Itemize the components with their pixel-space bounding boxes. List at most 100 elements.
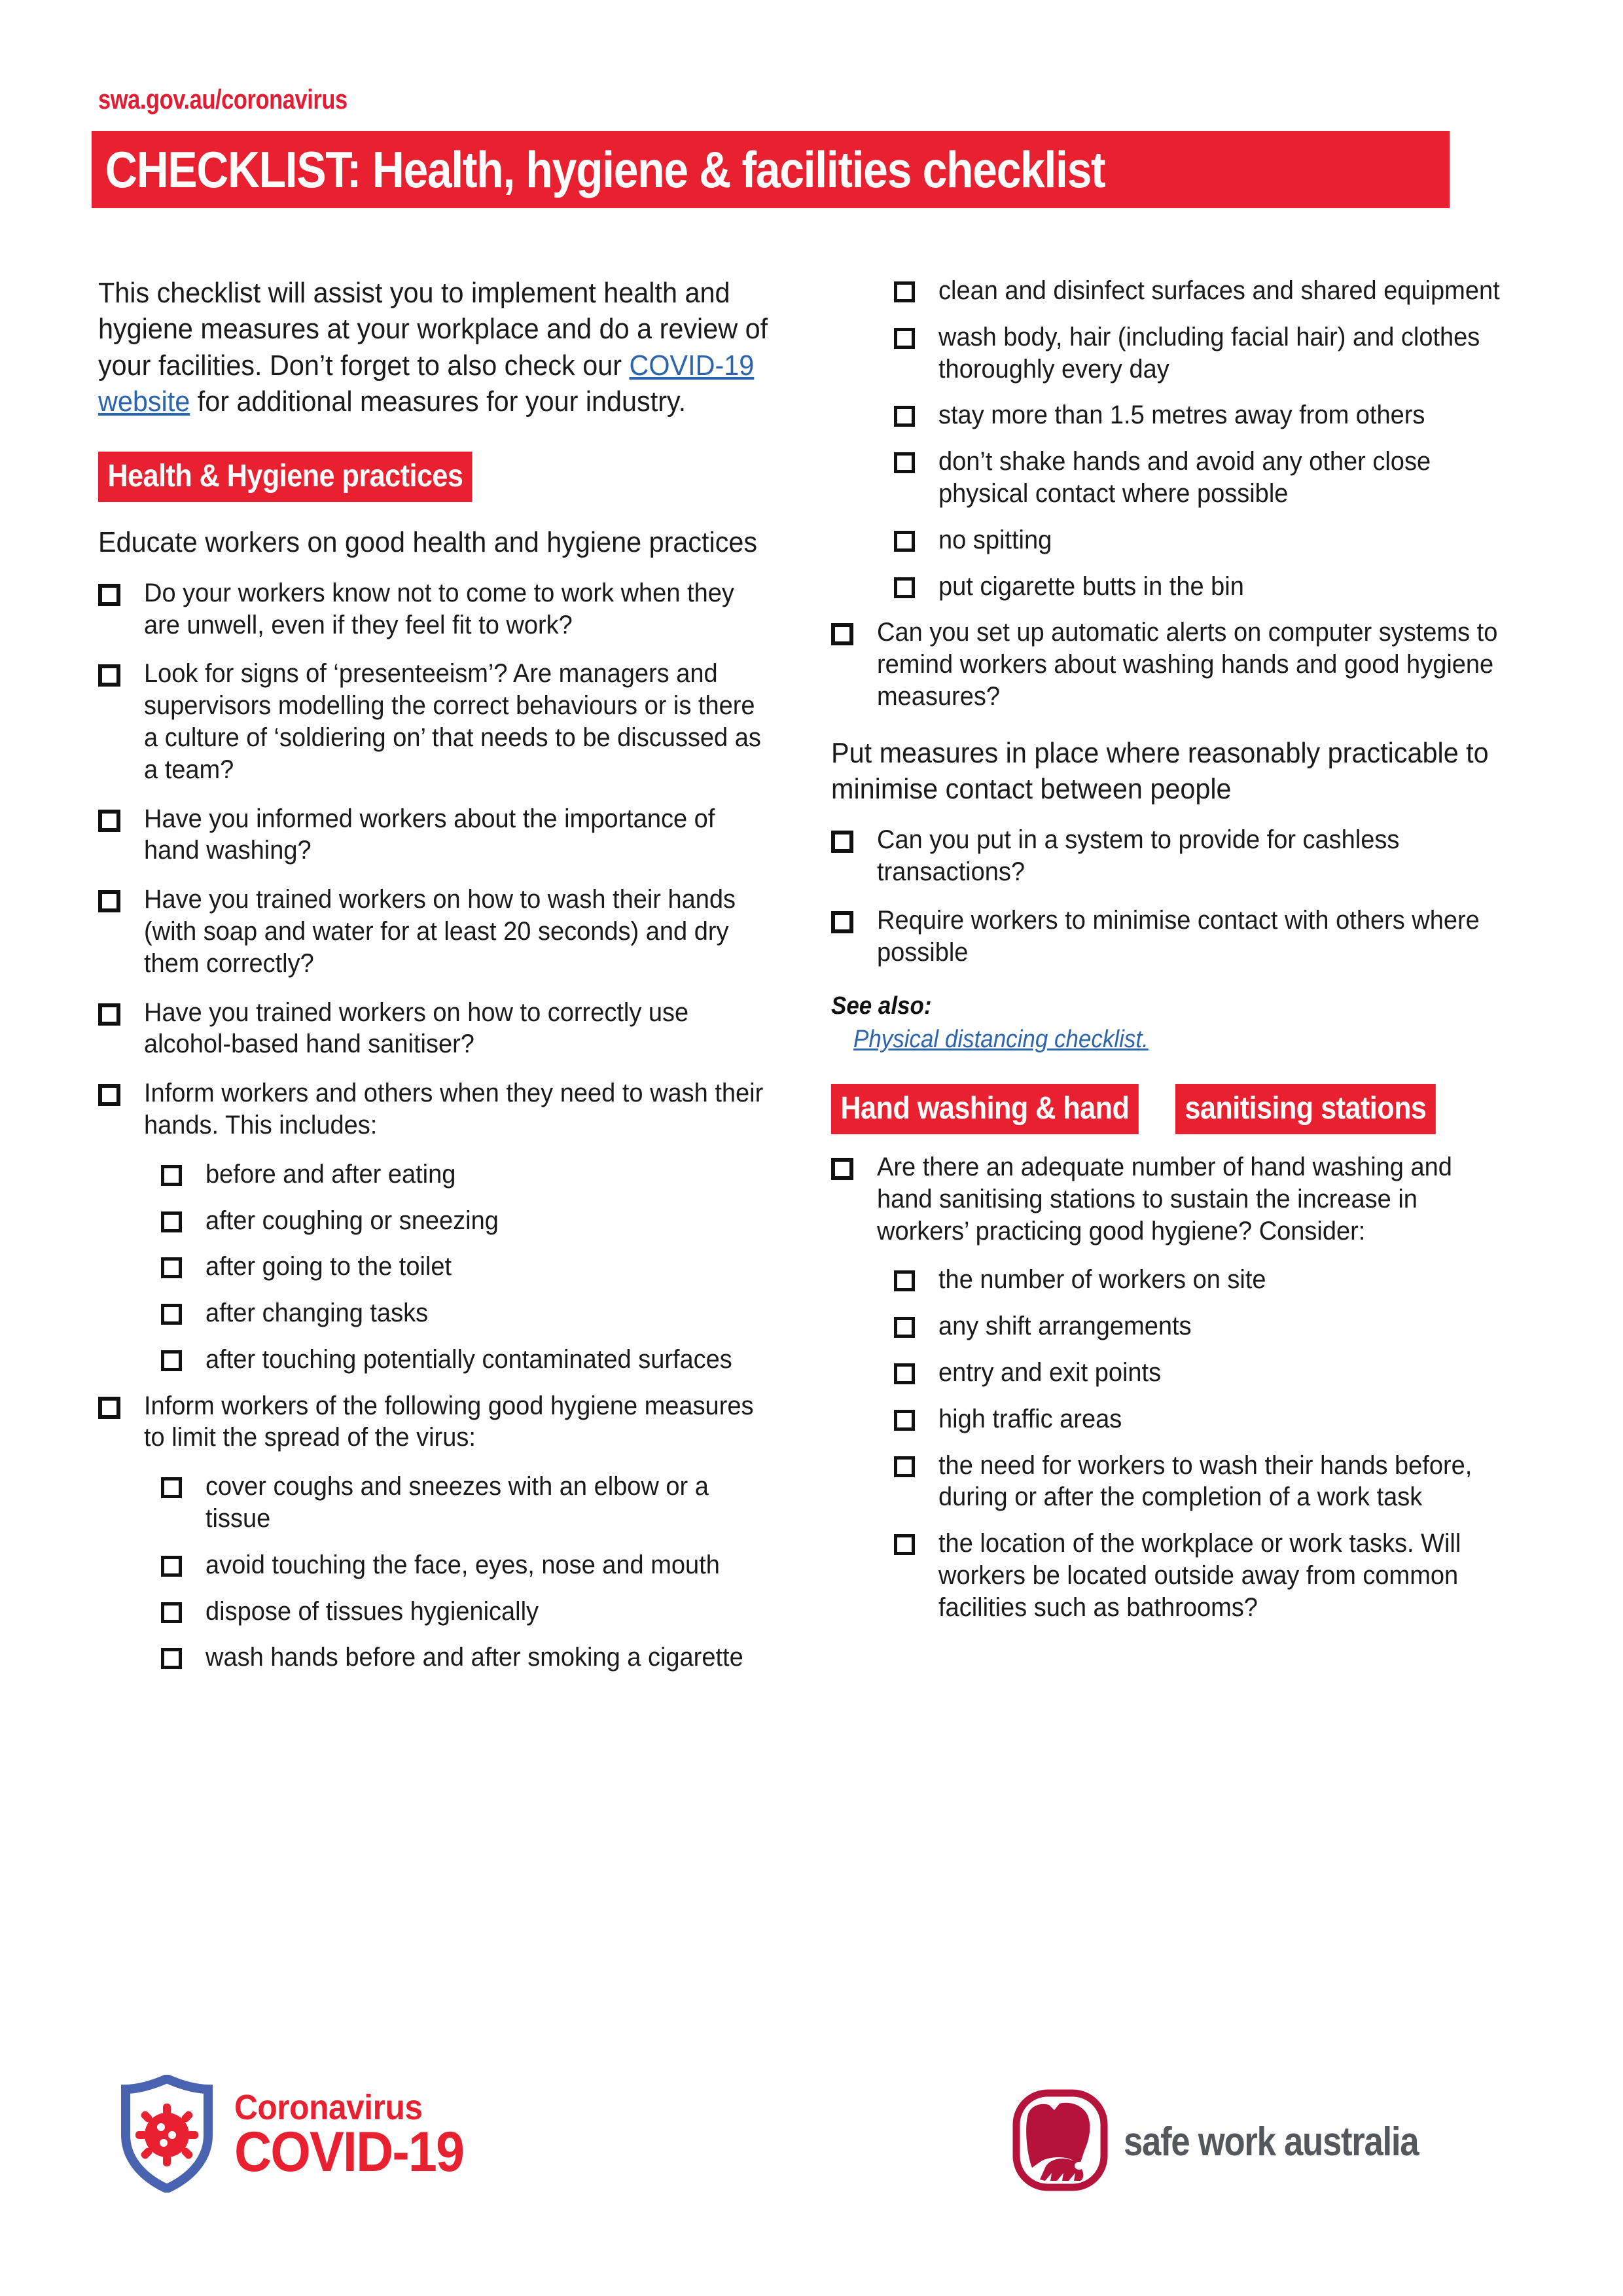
checkbox[interactable] — [161, 1648, 182, 1670]
checklist-item: Inform workers and others when they need… — [98, 1077, 802, 1141]
checkbox[interactable] — [161, 1477, 182, 1499]
checkbox[interactable] — [98, 1396, 120, 1419]
checklist-item-label: after going to the toilet — [205, 1252, 452, 1282]
checklist-item-label: Have you trained workers on how to corre… — [144, 997, 689, 1059]
checklist-item: the need for workers to wash their hands… — [894, 1450, 1535, 1514]
checklist-item: Can you set up automatic alerts on compu… — [831, 617, 1535, 712]
checkbox[interactable] — [161, 1350, 182, 1371]
checklist-item-label: Can you put in a system to provide for c… — [877, 825, 1400, 886]
checkbox[interactable] — [831, 911, 853, 934]
checklist-item: high traffic areas — [894, 1403, 1535, 1435]
checklist-item: stay more than 1.5 metres away from othe… — [894, 399, 1535, 431]
checklist-item-label: any shift arrangements — [938, 1312, 1192, 1341]
checklist-page: swa.gov.au/coronavirus CHECKLIST: Health… — [0, 0, 1623, 2296]
checkbox[interactable] — [161, 1602, 182, 1623]
right-column: clean and disinfect surfaces and shared … — [831, 275, 1535, 1624]
checkbox[interactable] — [894, 1317, 915, 1338]
safe-work-australia-logo: safe work australia — [1011, 2088, 1471, 2196]
checkbox[interactable] — [894, 577, 915, 598]
checkbox[interactable] — [894, 327, 915, 349]
checkbox[interactable] — [98, 664, 120, 687]
checklist-item: no spitting — [894, 524, 1535, 556]
checkbox[interactable] — [98, 583, 120, 606]
checkbox[interactable] — [894, 1363, 915, 1384]
checklist-item-label: wash body, hair (including facial hair) … — [938, 322, 1480, 384]
checklist-item-label: Have you trained workers on how to wash … — [144, 885, 736, 978]
physical-distancing-checklist-link[interactable]: Physical distancing checklist. — [853, 1026, 1516, 1054]
checklist-item: any shift arrangements — [894, 1310, 1535, 1342]
checkbox[interactable] — [831, 623, 853, 646]
checklist-item: avoid touching the face, eyes, nose and … — [161, 1549, 802, 1581]
covid-logo-wordmark: Coronavirus COVID-19 — [234, 2088, 484, 2184]
checklist-item-label: after coughing or sneezing — [205, 1206, 499, 1235]
checklist-item: wash body, hair (including facial hair) … — [894, 321, 1535, 386]
checkbox[interactable] — [161, 1211, 182, 1232]
checklist-item: Have you informed workers about the impo… — [98, 803, 802, 867]
checklist-item: Require workers to minimise contact with… — [831, 905, 1535, 969]
checkbox[interactable] — [161, 1304, 182, 1325]
checkbox[interactable] — [894, 406, 915, 427]
coronavirus-covid19-logo: Coronavirus COVID-19 — [118, 2073, 484, 2196]
checklist-item-label: high traffic areas — [938, 1404, 1122, 1433]
checklist-item-label: the need for workers to wash their hands… — [938, 1450, 1472, 1512]
checklist-item-label: no spitting — [938, 525, 1052, 554]
checkbox[interactable] — [98, 890, 120, 913]
checkbox[interactable] — [161, 1555, 182, 1577]
checkbox[interactable] — [894, 530, 915, 552]
checklist-item: before and after eating — [161, 1158, 802, 1191]
intro-paragraph: This checklist will assist you to implem… — [98, 275, 800, 420]
checkbox[interactable] — [98, 1003, 120, 1026]
shield-virus-icon — [118, 2073, 216, 2196]
checklist-item: after touching potentially contaminated … — [161, 1344, 802, 1376]
covid-logo-line2: COVID-19 — [234, 2121, 465, 2184]
health-hygiene-checklist-continued: clean and disinfect surfaces and shared … — [831, 275, 1535, 713]
health-hygiene-checklist: Do your workers know not to come to work… — [98, 577, 802, 1674]
checkbox[interactable] — [98, 1084, 120, 1107]
site-url-kicker: swa.gov.au/coronavirus — [98, 84, 348, 115]
swa-logo-wordmark: safe work australia — [1124, 2119, 1419, 2164]
checklist-item: the location of the workplace or work ta… — [894, 1528, 1535, 1623]
covid-logo-line1: Coronavirus — [234, 2088, 423, 2127]
subheading-minimise-contact: Put measures in place where reasonably p… — [831, 736, 1489, 805]
subheading-educate-workers: Educate workers on good health and hygie… — [98, 526, 758, 558]
checklist-item: Have you trained workers on how to corre… — [98, 997, 802, 1061]
checklist-item: after going to the toilet — [161, 1251, 802, 1283]
checklist-item-label: Inform workers and others when they need… — [144, 1079, 764, 1139]
checkbox[interactable] — [98, 809, 120, 832]
checklist-item: Can you put in a system to provide for c… — [831, 824, 1535, 888]
checklist-item-label: Inform workers of the following good hyg… — [144, 1391, 754, 1452]
checklist-item-label: don’t shake hands and avoid any other cl… — [938, 447, 1431, 508]
checkbox[interactable] — [894, 452, 915, 474]
page-title: CHECKLIST: Health, hygiene & facilities … — [105, 140, 1106, 198]
checkbox[interactable] — [894, 1456, 915, 1477]
left-column: This checklist will assist you to implem… — [98, 275, 802, 1674]
checklist-item: Are there an adequate number of hand was… — [831, 1151, 1535, 1247]
checklist-item: put cigarette butts in the bin — [894, 571, 1535, 603]
checklist-item-label: the number of workers on site — [938, 1265, 1266, 1295]
checklist-item: Have you trained workers on how to wash … — [98, 884, 802, 979]
checkbox[interactable] — [894, 281, 915, 302]
checklist-item-label: after touching potentially contaminated … — [205, 1344, 732, 1374]
checklist-item-label: Require workers to minimise contact with… — [877, 906, 1480, 967]
checklist-item: Inform workers of the following good hyg… — [98, 1390, 802, 1454]
checklist-item: entry and exit points — [894, 1357, 1535, 1389]
section-heading-hand-washing-line2: sanitising stations — [1175, 1083, 1436, 1134]
checkbox[interactable] — [831, 830, 853, 853]
checkbox[interactable] — [161, 1164, 182, 1186]
checkbox[interactable] — [831, 1157, 853, 1180]
checklist-item-label: clean and disinfect surfaces and shared … — [938, 276, 1500, 305]
checklist-item-label: Can you set up automatic alerts on compu… — [877, 618, 1498, 711]
checkbox[interactable] — [161, 1257, 182, 1279]
checklist-item: the number of workers on site — [894, 1264, 1535, 1296]
checkbox[interactable] — [894, 1534, 915, 1556]
section-heading-health-hygiene: Health & Hygiene practices — [98, 451, 473, 502]
checklist-item: Do your workers know not to come to work… — [98, 577, 802, 641]
checklist-item-label: wash hands before and after smoking a ci… — [205, 1643, 743, 1672]
checkbox[interactable] — [894, 1409, 915, 1431]
checklist-item-label: entry and exit points — [938, 1357, 1162, 1387]
checklist-item: wash hands before and after smoking a ci… — [161, 1641, 802, 1674]
checklist-item-label: put cigarette butts in the bin — [938, 571, 1244, 601]
section-heading-hand-washing-line1: Hand washing & hand — [831, 1083, 1139, 1134]
checkbox[interactable] — [894, 1270, 915, 1292]
checklist-item: after coughing or sneezing — [161, 1205, 802, 1237]
